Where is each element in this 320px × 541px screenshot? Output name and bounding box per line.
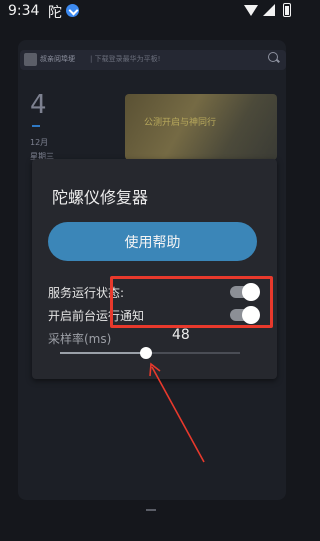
annotation-arrow [149,362,205,463]
bottom-indicator [146,509,156,511]
